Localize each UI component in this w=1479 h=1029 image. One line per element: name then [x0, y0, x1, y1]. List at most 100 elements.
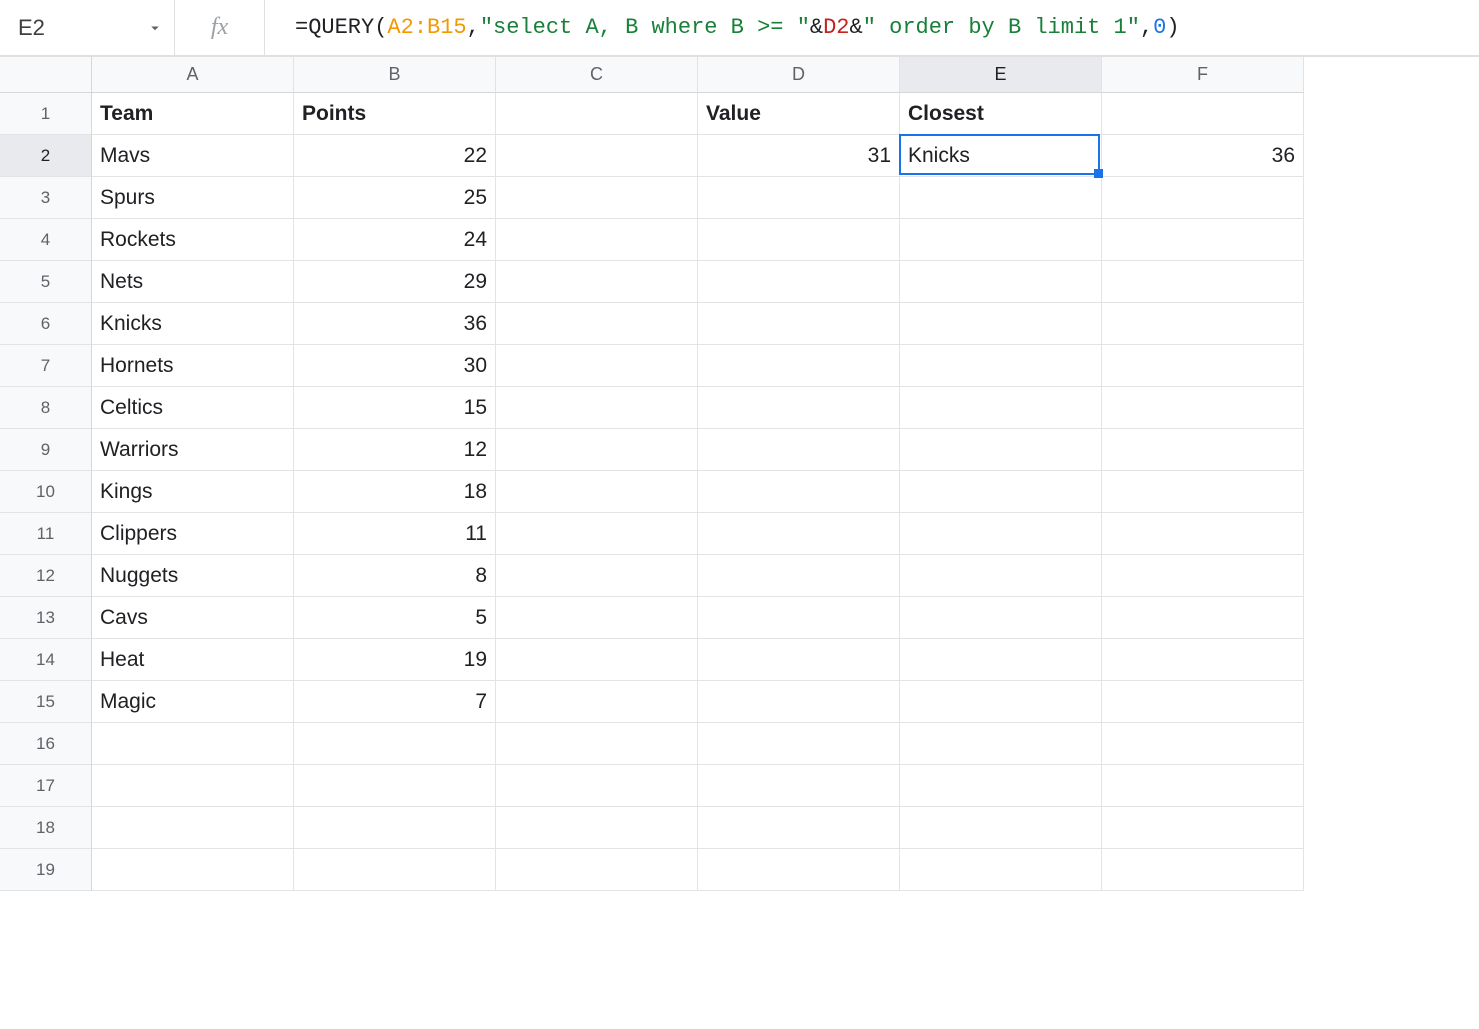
- cell-F13[interactable]: [1102, 597, 1304, 639]
- cell-B10[interactable]: 18: [294, 471, 496, 513]
- cell-E13[interactable]: [900, 597, 1102, 639]
- cell-F6[interactable]: [1102, 303, 1304, 345]
- row-header-15[interactable]: 15: [0, 681, 92, 723]
- cell-A14[interactable]: Heat: [92, 639, 294, 681]
- row-header-13[interactable]: 13: [0, 597, 92, 639]
- cell-D5[interactable]: [698, 261, 900, 303]
- cell-C12[interactable]: [496, 555, 698, 597]
- cell-D19[interactable]: [698, 849, 900, 891]
- row-header-3[interactable]: 3: [0, 177, 92, 219]
- cell-E2[interactable]: Knicks: [900, 135, 1102, 177]
- row-header-14[interactable]: 14: [0, 639, 92, 681]
- cell-A12[interactable]: Nuggets: [92, 555, 294, 597]
- cell-B6[interactable]: 36: [294, 303, 496, 345]
- name-box-dropdown-icon[interactable]: [146, 19, 164, 37]
- cell-F12[interactable]: [1102, 555, 1304, 597]
- cell-C15[interactable]: [496, 681, 698, 723]
- row-header-4[interactable]: 4: [0, 219, 92, 261]
- cell-B13[interactable]: 5: [294, 597, 496, 639]
- cell-E11[interactable]: [900, 513, 1102, 555]
- cell-E18[interactable]: [900, 807, 1102, 849]
- cell-C19[interactable]: [496, 849, 698, 891]
- cell-D13[interactable]: [698, 597, 900, 639]
- cell-E4[interactable]: [900, 219, 1102, 261]
- cell-E10[interactable]: [900, 471, 1102, 513]
- cell-C10[interactable]: [496, 471, 698, 513]
- cell-F1[interactable]: [1102, 93, 1304, 135]
- cell-D12[interactable]: [698, 555, 900, 597]
- cell-D14[interactable]: [698, 639, 900, 681]
- cell-F10[interactable]: [1102, 471, 1304, 513]
- cell-A9[interactable]: Warriors: [92, 429, 294, 471]
- cell-D4[interactable]: [698, 219, 900, 261]
- row-header-9[interactable]: 9: [0, 429, 92, 471]
- row-header-16[interactable]: 16: [0, 723, 92, 765]
- row-header-12[interactable]: 12: [0, 555, 92, 597]
- cell-A10[interactable]: Kings: [92, 471, 294, 513]
- cell-D9[interactable]: [698, 429, 900, 471]
- cell-F3[interactable]: [1102, 177, 1304, 219]
- row-header-17[interactable]: 17: [0, 765, 92, 807]
- cell-C11[interactable]: [496, 513, 698, 555]
- cell-D6[interactable]: [698, 303, 900, 345]
- cell-B4[interactable]: 24: [294, 219, 496, 261]
- cell-C4[interactable]: [496, 219, 698, 261]
- row-header-6[interactable]: 6: [0, 303, 92, 345]
- cell-A5[interactable]: Nets: [92, 261, 294, 303]
- cell-F5[interactable]: [1102, 261, 1304, 303]
- column-header-E[interactable]: E: [900, 57, 1102, 93]
- cell-A1[interactable]: Team: [92, 93, 294, 135]
- cell-B11[interactable]: 11: [294, 513, 496, 555]
- cell-B5[interactable]: 29: [294, 261, 496, 303]
- cell-E3[interactable]: [900, 177, 1102, 219]
- column-header-B[interactable]: B: [294, 57, 496, 93]
- cell-B15[interactable]: 7: [294, 681, 496, 723]
- select-all-corner[interactable]: [0, 57, 92, 93]
- cell-B16[interactable]: [294, 723, 496, 765]
- row-header-1[interactable]: 1: [0, 93, 92, 135]
- name-box[interactable]: E2: [0, 0, 175, 55]
- cell-B9[interactable]: 12: [294, 429, 496, 471]
- cell-E5[interactable]: [900, 261, 1102, 303]
- row-header-19[interactable]: 19: [0, 849, 92, 891]
- cell-D18[interactable]: [698, 807, 900, 849]
- column-header-C[interactable]: C: [496, 57, 698, 93]
- cell-C13[interactable]: [496, 597, 698, 639]
- cell-F14[interactable]: [1102, 639, 1304, 681]
- cell-F16[interactable]: [1102, 723, 1304, 765]
- cell-C17[interactable]: [496, 765, 698, 807]
- cell-A6[interactable]: Knicks: [92, 303, 294, 345]
- cell-B18[interactable]: [294, 807, 496, 849]
- cell-D2[interactable]: 31: [698, 135, 900, 177]
- cell-F19[interactable]: [1102, 849, 1304, 891]
- cell-A4[interactable]: Rockets: [92, 219, 294, 261]
- formula-input[interactable]: =QUERY(A2:B15,"select A, B where B >= "&…: [265, 0, 1479, 55]
- row-header-7[interactable]: 7: [0, 345, 92, 387]
- cell-F9[interactable]: [1102, 429, 1304, 471]
- cell-C2[interactable]: [496, 135, 698, 177]
- cell-A7[interactable]: Hornets: [92, 345, 294, 387]
- column-header-A[interactable]: A: [92, 57, 294, 93]
- row-header-8[interactable]: 8: [0, 387, 92, 429]
- cell-D10[interactable]: [698, 471, 900, 513]
- cell-D7[interactable]: [698, 345, 900, 387]
- cell-E8[interactable]: [900, 387, 1102, 429]
- cell-D16[interactable]: [698, 723, 900, 765]
- cell-C6[interactable]: [496, 303, 698, 345]
- cell-B12[interactable]: 8: [294, 555, 496, 597]
- cell-C14[interactable]: [496, 639, 698, 681]
- cell-A13[interactable]: Cavs: [92, 597, 294, 639]
- cell-D3[interactable]: [698, 177, 900, 219]
- cell-F8[interactable]: [1102, 387, 1304, 429]
- cell-E16[interactable]: [900, 723, 1102, 765]
- cell-F7[interactable]: [1102, 345, 1304, 387]
- cell-C3[interactable]: [496, 177, 698, 219]
- cell-A11[interactable]: Clippers: [92, 513, 294, 555]
- column-header-D[interactable]: D: [698, 57, 900, 93]
- cell-D17[interactable]: [698, 765, 900, 807]
- cell-A2[interactable]: Mavs: [92, 135, 294, 177]
- cell-E1[interactable]: Closest: [900, 93, 1102, 135]
- cell-B17[interactable]: [294, 765, 496, 807]
- spreadsheet-grid[interactable]: ABCDEF1TeamPointsValueClosest2Mavs2231Kn…: [0, 56, 1479, 891]
- column-header-F[interactable]: F: [1102, 57, 1304, 93]
